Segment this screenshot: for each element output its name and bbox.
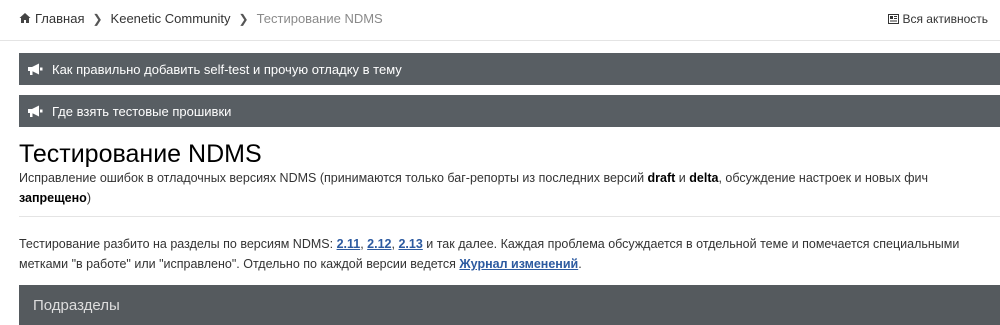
breadcrumb: Главная ❯ Keenetic Community ❯ Тестирова… xyxy=(19,11,383,26)
breadcrumb-home[interactable]: Главная xyxy=(19,11,84,26)
desc-text: ) xyxy=(86,191,91,205)
desc-text: и xyxy=(675,171,690,185)
chevron-right-icon: ❯ xyxy=(92,11,103,26)
intro-text: . xyxy=(578,257,582,271)
subsections-title: Подразделы xyxy=(33,297,120,314)
all-activity-link[interactable]: Вся активность xyxy=(888,12,988,26)
all-activity-label: Вся активность xyxy=(902,12,988,26)
forum-description: Исправление ошибок в отладочных версиях … xyxy=(19,168,959,208)
announcement-label: Как правильно добавить self-test и прочу… xyxy=(52,61,402,77)
intro-text: Тестирование разбито на разделы по верси… xyxy=(19,237,337,251)
megaphone-icon xyxy=(28,63,43,75)
version-link-2-13[interactable]: 2.13 xyxy=(398,237,422,251)
announcement-selftest[interactable]: Как правильно добавить self-test и прочу… xyxy=(19,53,1000,85)
megaphone-icon xyxy=(28,105,43,117)
announcement-firmware[interactable]: Где взять тестовые прошивки xyxy=(19,95,1000,127)
breadcrumb-current: Тестирование NDMS xyxy=(256,11,383,26)
desc-bold-forbidden: запрещено xyxy=(19,191,87,205)
breadcrumb-community[interactable]: Keenetic Community xyxy=(111,11,231,26)
desc-text: Исправление ошибок в отладочных версиях … xyxy=(19,171,648,185)
desc-text: , обсуждение настроек и новых фич xyxy=(718,171,928,185)
desc-bold-draft: draft xyxy=(647,171,676,185)
newspaper-icon xyxy=(888,14,900,24)
announcement-label: Где взять тестовые прошивки xyxy=(52,103,232,119)
version-link-2-12[interactable]: 2.12 xyxy=(367,237,391,251)
changelog-link[interactable]: Журнал изменений xyxy=(459,257,578,271)
chevron-right-icon: ❯ xyxy=(238,11,249,26)
version-link-2-11[interactable]: 2.11 xyxy=(337,237,361,251)
top-bar: Главная ❯ Keenetic Community ❯ Тестирова… xyxy=(0,0,1000,41)
divider xyxy=(19,216,1000,217)
breadcrumb-home-label: Главная xyxy=(35,11,85,26)
page-title: Тестирование NDMS xyxy=(19,140,262,168)
forum-intro: Тестирование разбито на разделы по верси… xyxy=(19,234,979,274)
subsections-header: Подразделы xyxy=(19,285,1000,325)
home-icon xyxy=(19,13,31,23)
desc-bold-delta: delta xyxy=(689,171,719,185)
